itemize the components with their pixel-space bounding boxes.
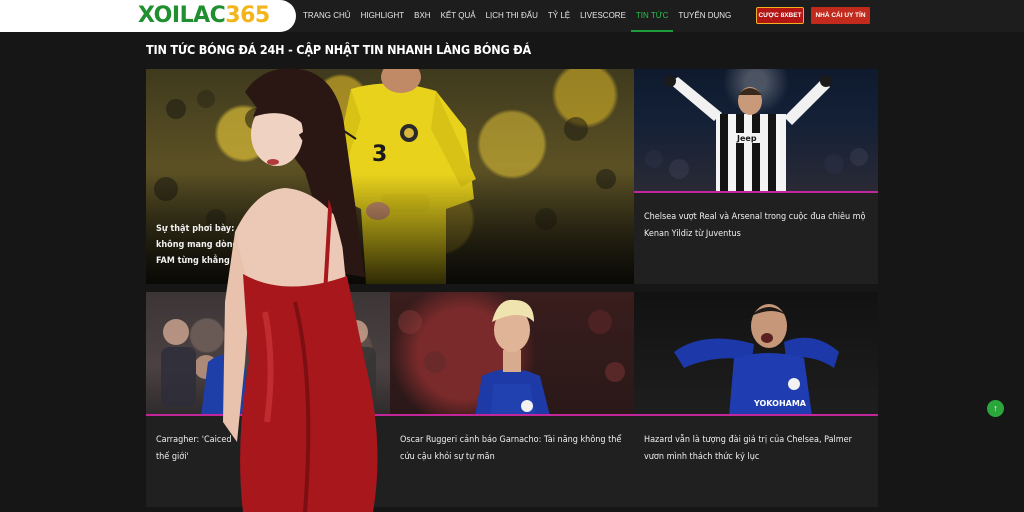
article-title[interactable]: Chelsea vượt Real và Arsenal trong cuộc … (644, 209, 868, 243)
article-image[interactable]: Jeep (634, 69, 878, 193)
article-card[interactable]: Oscar Ruggeri cảnh báo Garnacho: Tài năn… (390, 292, 634, 507)
juventus-player-celebrating-illustration: Jeep (645, 75, 868, 193)
image-accent-line (634, 414, 878, 416)
bet-cta-button[interactable]: CƯỢC 8XBET (756, 7, 804, 24)
logo-text-primary: XOILAC (138, 3, 226, 28)
page-title: TIN TỨC BÓNG ĐÁ 24H - CẬP NHẬT TIN NHANH… (146, 42, 531, 57)
article-card[interactable]: YOKOHAMA Hazard vẫn là tượng đài giá trị… (634, 292, 878, 507)
article-title[interactable]: Hazard vẫn là tượng đài giá trị của Chel… (644, 432, 868, 466)
featured-title-line-2: không mang dòng (156, 240, 239, 250)
article-title[interactable]: Carragher: 'Caiced thế giới' (156, 432, 380, 466)
featured-article-card[interactable]: 3 Sự thật phơi bày: ra không mang dòng F… (146, 69, 634, 284)
nav-item-ket-qua[interactable]: KẾT QUẢ (436, 0, 481, 32)
nav-item-trang-chu[interactable]: TRANG CHỦ (298, 0, 356, 32)
nav-item-lich-thi-dau[interactable]: LỊCH THI ĐẤU (481, 0, 543, 32)
featured-title-line-3: FAM từng khẳng (156, 256, 230, 266)
top-navbar: XOILAC365 TRANG CHỦ HIGHLIGHT BXH KẾT QU… (0, 0, 1024, 32)
main-nav: TRANG CHỦ HIGHLIGHT BXH KẾT QUẢ LỊCH THI… (298, 0, 736, 32)
article-title[interactable]: Oscar Ruggeri cảnh báo Garnacho: Tài năn… (400, 432, 624, 466)
hazard-celebration-illustration: YOKOHAMA (674, 304, 839, 416)
article-image[interactable]: YOKOHAMA (634, 292, 878, 416)
site-logo[interactable]: XOILAC365 (138, 3, 270, 29)
article-card[interactable]: Carragher: 'Caiced thế giới' (146, 292, 390, 507)
article-image[interactable] (390, 292, 634, 416)
nav-item-highlight[interactable]: HIGHLIGHT (356, 0, 410, 32)
trusted-bookmaker-button[interactable]: NHÀ CÁI UY TÍN (811, 7, 870, 24)
logo-text-secondary: 365 (225, 3, 270, 28)
article-image[interactable] (146, 292, 390, 416)
featured-article-title[interactable]: Sự thật phơi bày: ra không mang dòng FAM… (156, 221, 624, 269)
jersey-number: 3 (372, 142, 387, 167)
nav-item-tin-tuc[interactable]: TIN TỨC (630, 0, 674, 32)
nav-item-livescore[interactable]: LIVESCORE (575, 0, 631, 32)
jersey-sponsor-text: Jeep (736, 134, 757, 143)
crowd-and-player-illustration (161, 319, 376, 416)
logo-container[interactable]: XOILAC365 (0, 0, 296, 32)
article-title-line-1: Carragher: 'Caiced (156, 435, 232, 445)
image-accent-line (146, 414, 390, 416)
back-to-top-button[interactable]: ↑ (987, 400, 1004, 417)
image-accent-line (634, 191, 878, 193)
image-accent-line (390, 414, 634, 416)
arrow-up-icon: ↑ (993, 403, 998, 413)
nav-item-bxh[interactable]: BXH (409, 0, 435, 32)
nav-item-tuyen-dung[interactable]: TUYỂN DỤNG (673, 0, 736, 32)
featured-title-line-1: Sự thật phơi bày: ra (156, 224, 247, 234)
chelsea-blond-player-illustration (398, 299, 625, 416)
jersey-sponsor-text: YOKOHAMA (753, 399, 807, 408)
article-title-line-2: thế giới' (156, 452, 189, 462)
nav-item-ty-le[interactable]: TỶ LỆ (543, 0, 575, 32)
article-card[interactable]: Jeep Chelsea vượt Real và Arsenal trong … (634, 69, 878, 284)
